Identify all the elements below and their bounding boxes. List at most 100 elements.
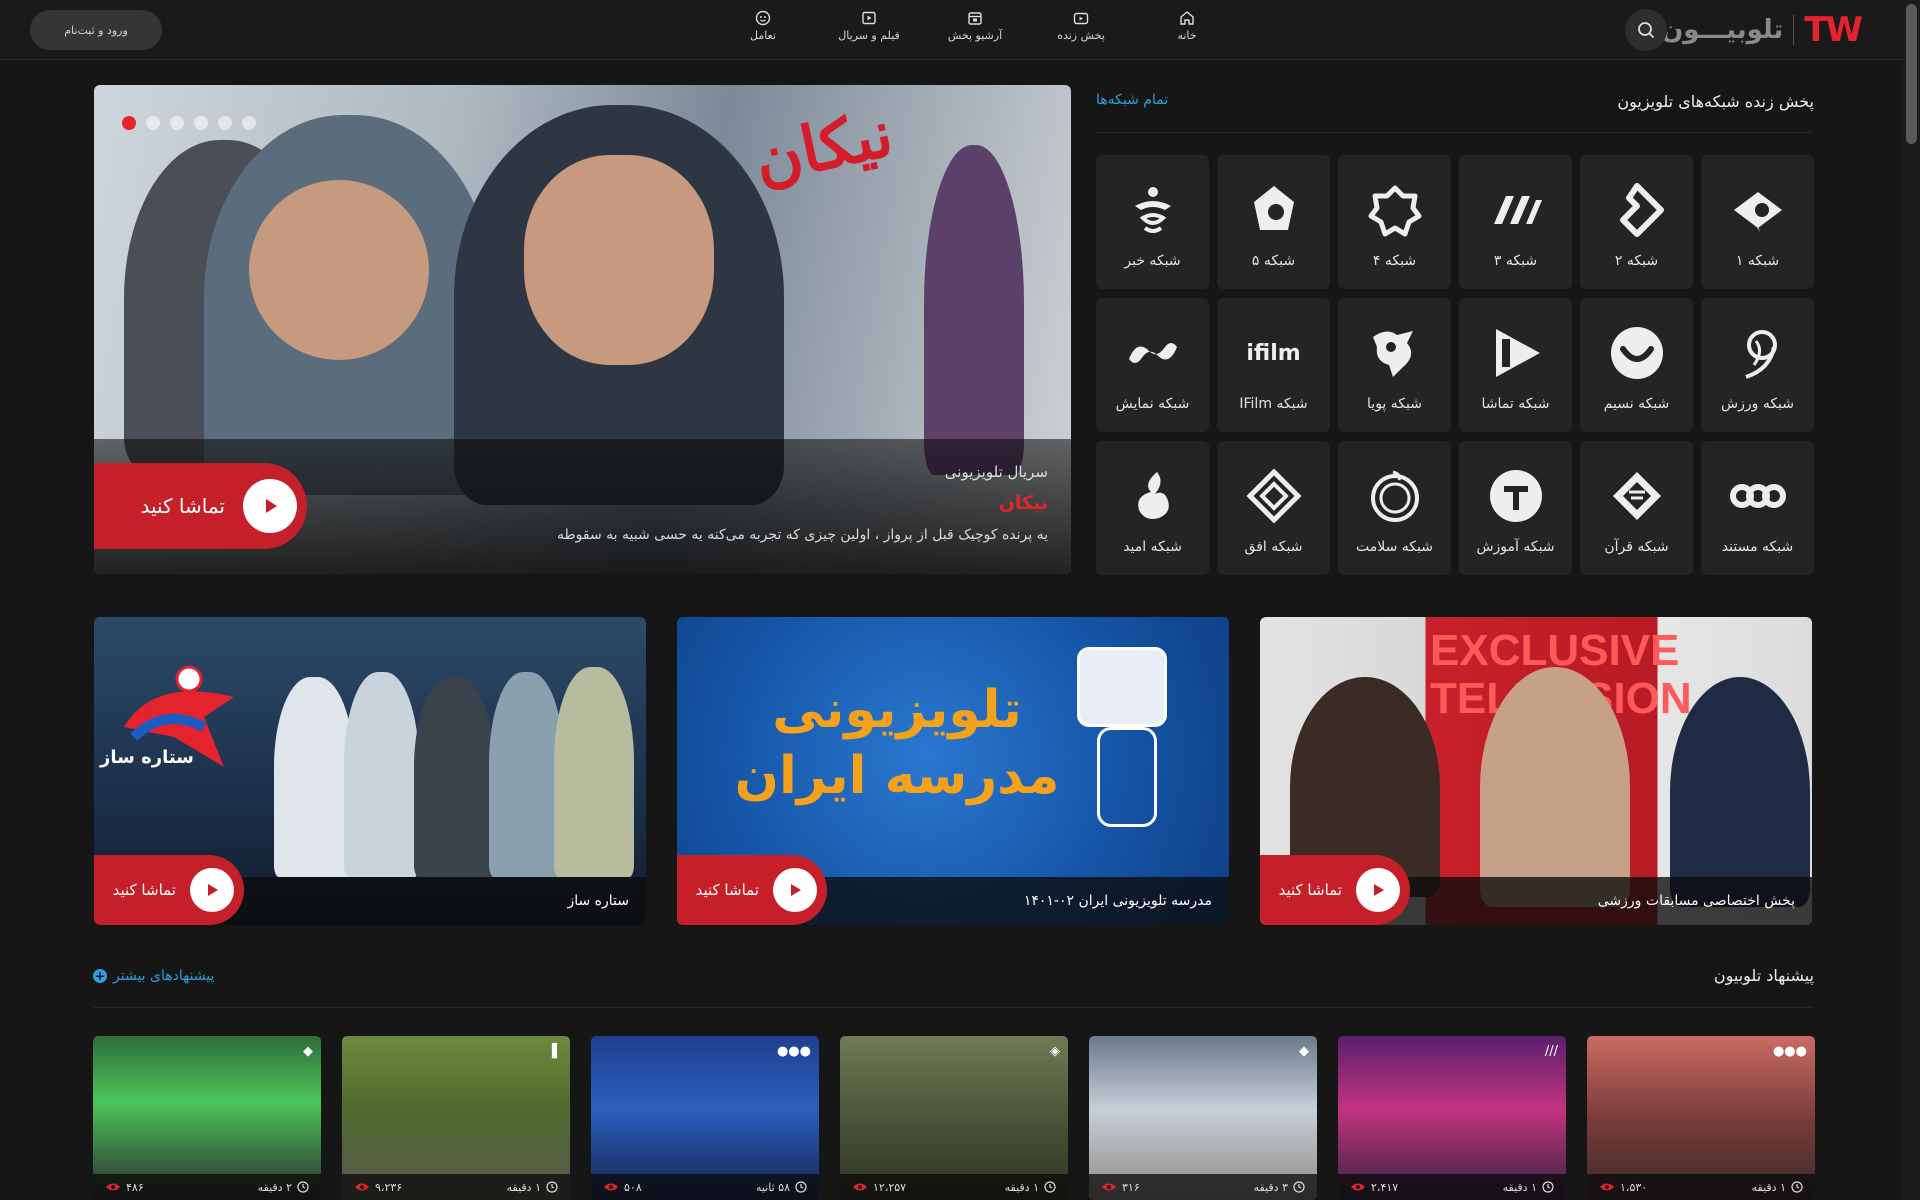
video-views: ۳۱۶ <box>1101 1181 1140 1194</box>
channel-badge-icon: /// <box>1544 1044 1558 1059</box>
hero-watch-label: تماشا کنید <box>140 494 225 518</box>
plus-icon: + <box>93 969 107 983</box>
channel-card-nasim[interactable]: شبکه نسیم <box>1580 298 1693 432</box>
search-button[interactable] <box>1625 9 1667 51</box>
hero-watch-button[interactable]: تماشا کنید <box>94 463 307 549</box>
video-duration: ۲ دقیقه <box>258 1181 309 1194</box>
channel-label: شبکه قرآن <box>1604 539 1669 555</box>
channel-card-5[interactable]: شبکه ۵ <box>1217 155 1330 289</box>
slider-dot[interactable] <box>146 116 160 130</box>
nasim-logo-icon <box>1608 324 1666 382</box>
nav-live[interactable]: پخش زنده <box>1028 10 1134 42</box>
more-recommendations-label: پیشنهادهای بیشتر <box>113 968 215 984</box>
nav-live-label: پخش زنده <box>1057 29 1105 42</box>
promo-watch-button[interactable]: تماشا کنید <box>677 855 827 925</box>
channel-card-tamasha[interactable]: شبکه تماشا <box>1459 298 1572 432</box>
more-recommendations-link[interactable]: پیشنهادهای بیشتر + <box>93 968 214 984</box>
nav-home[interactable]: خانه <box>1134 10 1240 42</box>
slider-dot[interactable] <box>194 116 208 130</box>
logo-divider <box>1793 15 1795 45</box>
hero-kicker: سریال تلویزیونی <box>944 463 1048 481</box>
promo-banner-sports[interactable]: EXCLUSIVE TELEVISION پخش اختصاصی مسابقات… <box>1260 617 1812 925</box>
video-views: ۵۰۸ <box>603 1181 642 1194</box>
video-card[interactable]: ◈ ۱ دقیقه ۱۲،۲۵۷ <box>840 1036 1068 1200</box>
page-scrollbar[interactable] <box>1903 0 1920 1200</box>
channel-badge-icon: ◆ <box>1299 1044 1309 1059</box>
video-card[interactable]: /// ۱ دقیقه ۲،۴۱۷ <box>1338 1036 1566 1200</box>
channel-card-amouzesh[interactable]: شبکه آموزش <box>1459 441 1572 575</box>
promo-banner-setareh-saz[interactable]: ستاره ساز ستاره ساز تماشا کنید <box>94 617 646 925</box>
tv-mascot-icon <box>1077 647 1167 727</box>
channel-label: شبکه ۲ <box>1614 253 1659 269</box>
channel-badge-icon: ●●● <box>1772 1044 1807 1059</box>
channels-grid: شبکه ۱ شبکه ۲ شبکه ۳ شبکه ۴ شبکه ۵ شبکه … <box>1096 155 1814 575</box>
clock-icon <box>546 1181 558 1193</box>
channel-label: شبکه افق <box>1244 539 1303 555</box>
channels-divider <box>1096 132 1813 133</box>
video-card[interactable]: ●●● ۵۸ ثانیه ۵۰۸ <box>591 1036 819 1200</box>
hero-slider[interactable]: نیکان سریال تلویزیونی نیکان یه پرنده کوچ… <box>94 85 1071 574</box>
channel-card-quran[interactable]: شبکه قرآن <box>1580 441 1693 575</box>
channel-card-namayesh[interactable]: شبکه نمایش <box>1096 298 1209 432</box>
live-tv-icon <box>1073 10 1089 26</box>
calendar-icon <box>967 10 983 26</box>
eye-icon <box>355 1183 369 1191</box>
interaction-icon <box>755 10 771 26</box>
login-button[interactable]: ورود و ثبت‌نام <box>30 10 162 50</box>
channel-card-salamat[interactable]: شبکه سلامت <box>1338 441 1451 575</box>
film-icon <box>861 10 877 26</box>
eye-icon <box>1600 1183 1614 1191</box>
channel-card-4[interactable]: شبکه ۴ <box>1338 155 1451 289</box>
channel-label: شبکه نسیم <box>1603 396 1670 412</box>
video-meta: ۳ دقیقه ۳۱۶ <box>1089 1174 1317 1200</box>
omid-logo-icon <box>1124 467 1182 525</box>
mostanad-logo-icon <box>1729 467 1787 525</box>
channel-card-pouya[interactable]: شبکه پویا <box>1338 298 1451 432</box>
nav-films[interactable]: فیلم و سریال <box>816 10 922 42</box>
eye-icon <box>853 1183 867 1191</box>
video-views: ۱۲،۲۵۷ <box>852 1181 906 1194</box>
nav-archive[interactable]: آرشیو پخش <box>922 10 1028 42</box>
channel-card-khabar[interactable]: شبکه خبر <box>1096 155 1209 289</box>
site-logo[interactable]: TW تلوبیـــون <box>1661 10 1863 50</box>
main-nav: خانه پخش زنده آرشیو پخش فیلم و سریال تعا… <box>710 10 1240 42</box>
slider-dot[interactable] <box>242 116 256 130</box>
slider-dot[interactable] <box>170 116 184 130</box>
channel-card-omid[interactable]: شبکه امید <box>1096 441 1209 575</box>
video-card[interactable]: ▌ ۱ دقیقه ۹،۲۳۶ <box>342 1036 570 1200</box>
promo-figure <box>344 672 419 877</box>
video-meta: ۱ دقیقه ۱،۵۳۰ <box>1587 1174 1815 1200</box>
video-card[interactable]: ◆ ۳ دقیقه ۳۱۶ <box>1089 1036 1317 1200</box>
channel-3-logo-icon <box>1487 181 1545 239</box>
promo-banner-school[interactable]: تلویزیونی مدرسه ایران مدرسه تلویزیونی ای… <box>677 617 1229 925</box>
promo-watch-button[interactable]: تماشا کنید <box>1260 855 1410 925</box>
channel-card-varzesh[interactable]: شبکه ورزش <box>1701 298 1814 432</box>
hero-artwork-title: نیکان <box>747 96 900 199</box>
promo-watch-button[interactable]: تماشا کنید <box>94 855 244 925</box>
video-card[interactable]: ●●● ۱ دقیقه ۱،۵۳۰ <box>1587 1036 1815 1200</box>
ifilm-logo-icon: ifilm <box>1246 340 1301 366</box>
hero-title[interactable]: نیکان <box>999 492 1048 514</box>
channels-title: پخش زنده شبکه‌های تلویزیون <box>1617 92 1814 111</box>
nav-interaction[interactable]: تعامل <box>710 10 816 42</box>
channel-card-mostanad[interactable]: شبکه مستند <box>1701 441 1814 575</box>
video-duration: ۵۸ ثانیه <box>756 1181 807 1194</box>
channel-card-ifilm[interactable]: ifilm شبکه IFilm <box>1217 298 1330 432</box>
all-channels-link[interactable]: تمام شبکه‌ها <box>1096 92 1168 108</box>
channel-label: شبکه آموزش <box>1476 539 1555 555</box>
recommendations-title: پیشنهاد تلوبیون <box>1713 966 1814 985</box>
play-icon <box>773 868 817 912</box>
channel-card-3[interactable]: شبکه ۳ <box>1459 155 1572 289</box>
pouya-logo-icon <box>1366 324 1424 382</box>
channel-card-1[interactable]: شبکه ۱ <box>1701 155 1814 289</box>
channel-card-ofogh[interactable]: شبکه افق <box>1217 441 1330 575</box>
slider-dot[interactable] <box>218 116 232 130</box>
slider-dot[interactable] <box>122 116 136 130</box>
video-card[interactable]: ◆ ۲ دقیقه ۴۸۶ <box>93 1036 321 1200</box>
namayesh-logo-icon <box>1124 324 1182 382</box>
channel-card-2[interactable]: شبکه ۲ <box>1580 155 1693 289</box>
hero-figure <box>249 180 429 360</box>
channel-label: شبکه نمایش <box>1115 396 1190 412</box>
scrollbar-thumb[interactable] <box>1906 4 1917 144</box>
channel-1-logo-icon <box>1729 181 1787 239</box>
